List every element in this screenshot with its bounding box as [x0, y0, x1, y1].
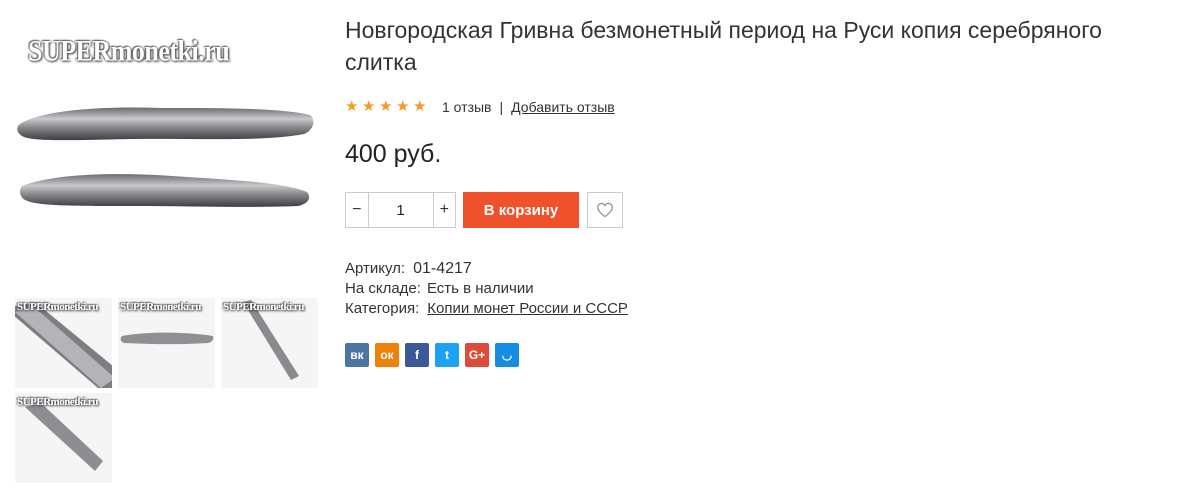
stock-row: На складе: Есть в наличии	[345, 279, 628, 299]
thumbnail-watermark: SUPERmonetki.ru	[17, 301, 98, 313]
product-details: Артикул: 01-4217 На складе: Есть в наличии…	[345, 259, 628, 319]
watermark-logo: SUPERmonetki.ru	[28, 34, 230, 68]
google-plus-share-icon[interactable]: G+	[465, 343, 489, 367]
main-product-image[interactable]: SUPERmonetki.ru	[12, 20, 322, 270]
thumbnail-4[interactable]: SUPERmonetki.ru	[15, 393, 112, 483]
rating-separator: |	[499, 99, 504, 115]
category-label: Категория:	[345, 300, 420, 317]
heart-icon	[597, 202, 613, 218]
star-icon: ★	[396, 98, 410, 115]
product-price: 400 руб.	[345, 140, 442, 168]
product-gallery: SUPERmonetki.ru SUPERmonetki.ru SUPERmon…	[0, 0, 330, 488]
category-link[interactable]: Копии монет России и СССР	[427, 300, 628, 317]
thumbnail-watermark: SUPERmonetki.ru	[223, 301, 304, 313]
moimir-share-icon[interactable]: ◡	[495, 343, 519, 367]
rating-row: ★ ★ ★ ★ ★ 1 отзыв | Добавить отзыв	[345, 99, 615, 116]
add-review-link[interactable]: Добавить отзыв	[511, 99, 615, 115]
star-icon: ★	[413, 98, 427, 115]
sku-label: Артикул:	[345, 260, 406, 277]
star-icon: ★	[345, 98, 359, 115]
thumbnail-1[interactable]: SUPERmonetki.ru	[15, 298, 112, 388]
thumbnail-3[interactable]: SUPERmonetki.ru	[221, 298, 318, 388]
stock-value: Есть в наличии	[426, 280, 534, 297]
buy-controls: − + В корзину	[345, 192, 623, 228]
star-icon: ★	[379, 98, 393, 115]
thumbnail-2[interactable]: SUPERmonetki.ru	[118, 298, 215, 388]
quantity-increase-button[interactable]: +	[432, 193, 456, 227]
twitter-share-icon[interactable]: t	[435, 343, 459, 367]
quantity-stepper: − +	[345, 192, 456, 228]
sku-row: Артикул: 01-4217	[345, 259, 628, 279]
thumbnail-watermark: SUPERmonetki.ru	[120, 301, 201, 313]
vk-share-icon[interactable]: вк	[345, 343, 369, 367]
product-title: Новгородская Гривна безмонетный период н…	[345, 17, 1102, 75]
wishlist-button[interactable]	[587, 192, 623, 228]
thumbnail-watermark: SUPERmonetki.ru	[17, 396, 98, 408]
category-row: Категория: Копии монет России и СССР	[345, 299, 628, 319]
odnoklassniki-share-icon[interactable]: ок	[375, 343, 399, 367]
facebook-share-icon[interactable]: f	[405, 343, 429, 367]
star-icon: ★	[362, 98, 376, 115]
star-rating: ★ ★ ★ ★ ★	[345, 99, 430, 115]
stock-label: На складе:	[345, 280, 421, 297]
quantity-input[interactable]	[368, 193, 433, 227]
share-buttons: вк ок f t G+ ◡	[345, 343, 525, 367]
sku-value: 01-4217	[413, 260, 472, 277]
quantity-decrease-button[interactable]: −	[346, 193, 369, 227]
reviews-count: 1 отзыв	[442, 99, 492, 115]
add-to-cart-button[interactable]: В корзину	[463, 192, 579, 228]
